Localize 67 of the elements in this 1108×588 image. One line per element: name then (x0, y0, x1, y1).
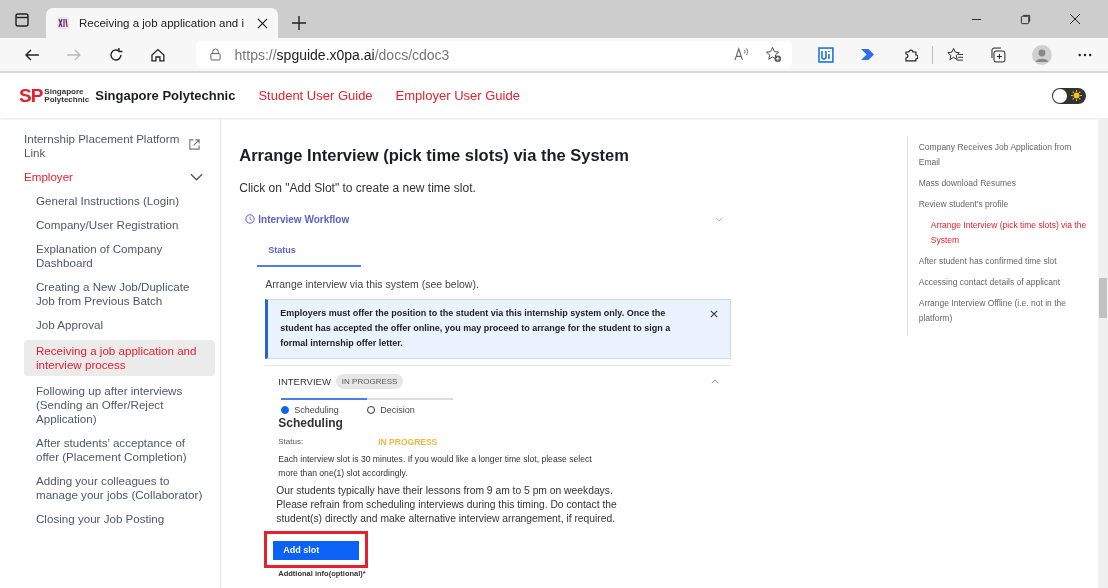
theme-toggle[interactable] (1052, 87, 1086, 104)
sidebar-item[interactable]: After students’ acceptance of offer (Placement Completion) (24, 434, 216, 466)
nav-link[interactable]: Employer User Guide (395, 88, 520, 103)
home-icon[interactable] (149, 46, 166, 63)
favicon-icon (56, 16, 70, 30)
note-text: Arrange interview via this system (see below). (265, 278, 480, 290)
sidebar-link[interactable]: Internship Placement Platform Link (24, 130, 216, 162)
sun-icon (1071, 90, 1082, 101)
restore-icon[interactable] (1020, 14, 1031, 25)
sidebar-item[interactable]: Job Approval (24, 316, 216, 334)
toc-link[interactable]: Mass download Resumes (918, 176, 1093, 191)
add-slot-button[interactable]: Add slot (273, 540, 360, 560)
chevron-extension-icon[interactable] (859, 48, 877, 61)
workflow-title: Interview Workflow (258, 213, 350, 225)
status-label: Status: (278, 437, 305, 447)
nav-link[interactable]: Student User Guide (258, 88, 373, 103)
tab-title: Receiving a job application and i (79, 17, 245, 29)
collections-icon[interactable] (990, 46, 1007, 63)
stepper-step[interactable]: Scheduling (281, 398, 368, 415)
info-text: Each interview slot is 30 minutes. If you would like a longer time slot, please select more than one(1) slot accordingly. (278, 453, 593, 480)
browser-tab[interactable]: Receiving a job application and i (46, 8, 278, 38)
status-value: IN PROGRESS (378, 437, 438, 447)
toc-link[interactable]: Accessing contact details of applicant (918, 275, 1093, 290)
sidebar-item[interactable]: Closing your Job Posting (24, 510, 216, 528)
stepper-step[interactable]: Decision (367, 398, 454, 415)
puzzle-icon[interactable] (902, 46, 919, 63)
read-aloud-icon[interactable] (733, 47, 751, 62)
chevron-icon (190, 173, 204, 181)
status-tab[interactable]: Status (257, 239, 362, 267)
section-title: INTERVIEW (278, 375, 331, 387)
add-favorite-icon[interactable] (764, 46, 782, 63)
favorites-icon[interactable] (947, 47, 965, 62)
toc-link[interactable]: Arrange Interview Offline (i.e. not in the platform) (918, 296, 1093, 326)
external-link-icon (188, 138, 202, 151)
scrollbar[interactable] (1098, 118, 1108, 588)
instruction-text: Click on "Add Slot" to create a new time slot. (239, 181, 477, 195)
tab-actions-icon[interactable] (14, 12, 30, 28)
notice-text: Our students typically have their lessons from 9 am to 5 pm on weekdays. Please refrain from scheduling interviews during this timing. Do contact the student(s) directly and make alternative interview arrangement, if required. (276, 484, 618, 526)
status-badge: IN PROGRESS (335, 373, 404, 389)
sidebar-item[interactable]: Receiving a job application and interview process (24, 340, 216, 376)
chevron-icon[interactable] (711, 378, 720, 384)
site-title[interactable]: Singapore Polytechnic (95, 88, 236, 103)
toc-link[interactable]: Arrange Interview (pick time slots) via the System (918, 218, 1093, 248)
sidebar-item[interactable]: Following up after interviews (Sending an Offer/Reject Application) (24, 382, 216, 428)
sidebar-item[interactable]: General Instructions (Login) (24, 192, 216, 210)
more-icon[interactable] (1078, 52, 1092, 57)
lock-icon (209, 48, 221, 61)
sidebar-item[interactable]: Company/User Registration (24, 216, 216, 234)
step-title: Scheduling (278, 416, 344, 430)
close-icon[interactable] (710, 310, 719, 318)
toc-link[interactable]: After student has confirmed time slot (918, 254, 1093, 269)
section-heading: Arrange Interview (pick time slots) via the System (239, 146, 630, 165)
sidebar-category[interactable]: Employer (24, 168, 216, 186)
sidebar-item[interactable]: Explanation of Company Dashboard (24, 240, 216, 272)
sidebar-item[interactable]: Adding your colleagues to manage your jobs (Collaborator) (24, 472, 216, 504)
profile-avatar-icon[interactable] (1032, 44, 1053, 65)
extension-icon[interactable] (817, 46, 834, 63)
alert-text: Employers must offer the position to the student via this internship system only. Once the student has accepted the offer online, you may proceed to arrange for the student to sign a formal internship offer letter. (280, 307, 672, 350)
reload-icon[interactable] (107, 46, 124, 63)
toc-link[interactable]: Review student's profile (918, 197, 1093, 212)
toc-link[interactable]: Company Receives Job Application from Email (918, 140, 1093, 170)
sidebar-item[interactable]: Creating a New Job/Duplicate Job from Previous Batch (24, 278, 216, 310)
address-bar[interactable]: https://spguide.x0pa.ai/docs/cdoc3 (195, 41, 792, 68)
clock-icon (245, 214, 256, 224)
close-icon[interactable] (1069, 13, 1081, 25)
close-icon[interactable] (257, 17, 268, 29)
new-tab-icon[interactable] (292, 16, 306, 30)
